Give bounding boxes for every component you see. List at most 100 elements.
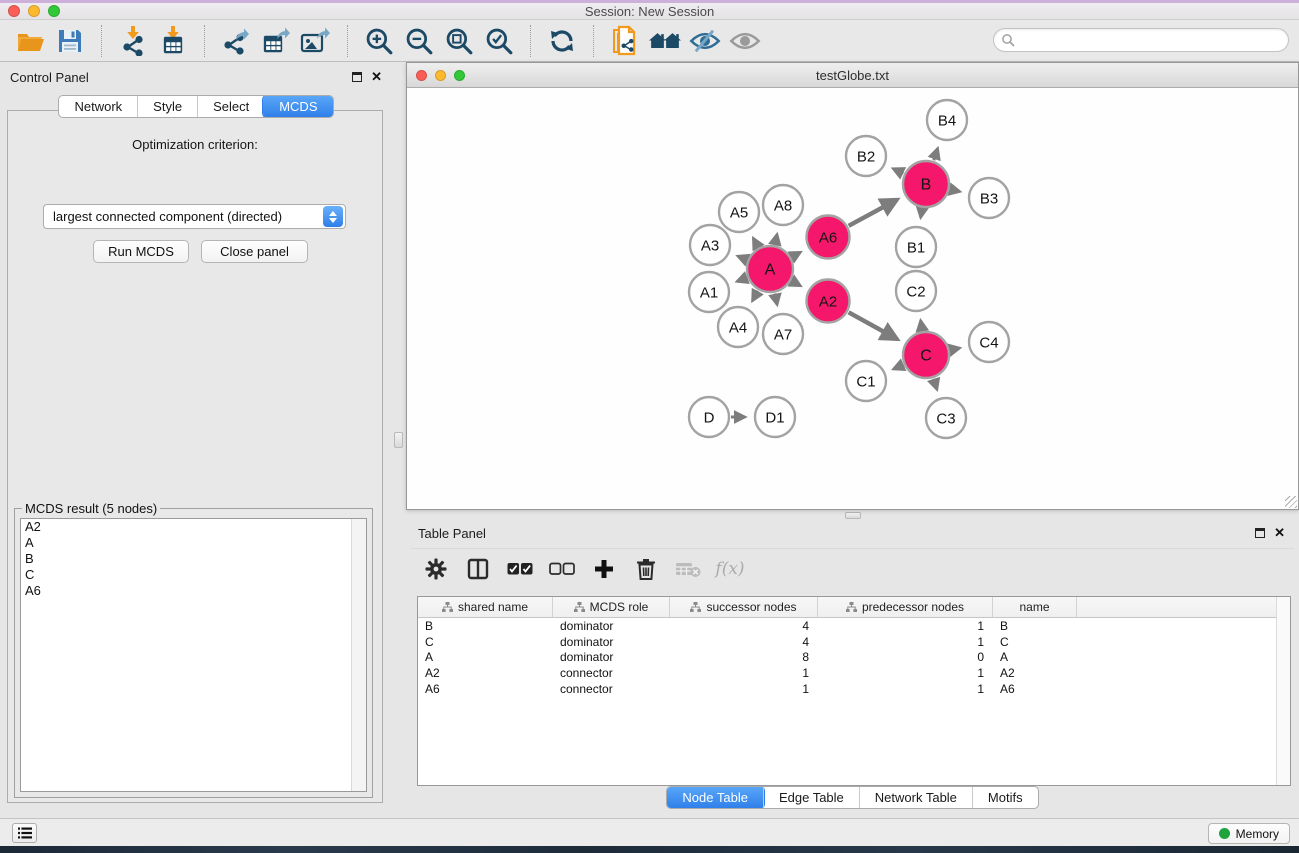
table-cell[interactable]: dominator <box>553 619 670 633</box>
new-network-from-selection-button[interactable] <box>607 23 643 59</box>
node-A2[interactable]: A2 <box>807 280 850 323</box>
table-cell[interactable]: 1 <box>818 619 993 633</box>
table-row[interactable]: Adominator80A <box>418 649 1290 665</box>
node-A1[interactable]: A1 <box>689 272 729 312</box>
table-cell[interactable]: A <box>418 650 553 664</box>
table-cell[interactable]: 4 <box>670 619 818 633</box>
edge-A2-C[interactable] <box>849 312 898 339</box>
node-C3[interactable]: C3 <box>926 398 966 438</box>
edge-A-A4[interactable] <box>752 291 757 301</box>
table-cell[interactable]: 1 <box>818 666 993 680</box>
node-A4[interactable]: A4 <box>718 307 758 347</box>
close-panel-button[interactable]: Close panel <box>201 240 308 263</box>
table-cell[interactable]: connector <box>553 666 670 680</box>
tab-motifs[interactable]: Motifs <box>972 787 1038 808</box>
import-table-button[interactable] <box>155 23 191 59</box>
table-cell[interactable]: 1 <box>818 682 993 696</box>
table-cell[interactable]: B <box>418 619 553 633</box>
node-C[interactable]: C <box>903 332 949 378</box>
edge-A-A1[interactable] <box>737 278 747 282</box>
node-B3[interactable]: B3 <box>969 178 1009 218</box>
node-A3[interactable]: A3 <box>690 225 730 265</box>
result-item[interactable]: A6 <box>21 583 366 599</box>
table-cell[interactable]: 1 <box>670 666 818 680</box>
edge-A-A5[interactable] <box>753 238 758 247</box>
tab-mcds[interactable]: MCDS <box>263 95 333 118</box>
edge-C-C2[interactable] <box>921 321 923 331</box>
table-settings-button[interactable] <box>423 556 449 582</box>
edge-A-A2[interactable] <box>792 281 801 286</box>
column-header-successor-nodes[interactable]: successor nodes <box>670 597 818 617</box>
tab-edge-table[interactable]: Edge Table <box>763 787 859 808</box>
node-C4[interactable]: C4 <box>969 322 1009 362</box>
show-all-button[interactable] <box>727 23 763 59</box>
node-A6[interactable]: A6 <box>807 216 850 259</box>
table-row[interactable]: Cdominator41C <box>418 634 1290 650</box>
tab-select[interactable]: Select <box>197 96 264 117</box>
delete-table-button[interactable] <box>675 556 701 582</box>
result-item[interactable]: C <box>21 567 366 583</box>
table-cell[interactable]: dominator <box>553 650 670 664</box>
run-mcds-button[interactable]: Run MCDS <box>93 240 189 263</box>
delete-column-button[interactable] <box>633 556 659 582</box>
result-item[interactable]: A2 <box>21 519 366 535</box>
deselect-all-button[interactable] <box>549 556 575 582</box>
table-cell[interactable]: C <box>993 635 1077 649</box>
zoom-out-button[interactable] <box>401 23 437 59</box>
apply-layout-button[interactable] <box>544 23 580 59</box>
edge-B-B3[interactable] <box>950 189 959 191</box>
node-B[interactable]: B <box>903 161 949 207</box>
select-all-button[interactable] <box>507 556 533 582</box>
export-table-button[interactable] <box>258 23 294 59</box>
table-row[interactable]: A2connector11A2 <box>418 665 1290 681</box>
table-cell[interactable]: dominator <box>553 635 670 649</box>
float-panel-icon[interactable] <box>352 72 362 82</box>
result-list-scrollbar[interactable] <box>351 519 366 791</box>
table-cell[interactable]: A2 <box>993 666 1077 680</box>
open-session-button[interactable] <box>12 23 48 59</box>
edge-A6-B[interactable] <box>849 200 897 226</box>
network-canvas[interactable]: B4B2BB3A5A8A6A3AB1A1C2A2A4A7C4CC1C3DD1 <box>407 88 1298 509</box>
table-cell[interactable]: A <box>993 650 1077 664</box>
search-input[interactable] <box>1015 30 1288 50</box>
node-D[interactable]: D <box>689 397 729 437</box>
memory-button[interactable]: Memory <box>1208 823 1290 844</box>
function-builder-button[interactable]: f(x) <box>717 556 743 582</box>
divider-handle[interactable] <box>394 432 403 448</box>
close-panel-icon[interactable]: ✕ <box>1274 528 1285 538</box>
table-cell[interactable]: 8 <box>670 650 818 664</box>
column-header-MCDS-role[interactable]: MCDS role <box>553 597 670 617</box>
export-network-button[interactable] <box>218 23 254 59</box>
edge-B-B4[interactable] <box>934 149 938 161</box>
table-row[interactable]: A6connector11A6 <box>418 681 1290 697</box>
table-cell[interactable]: B <box>993 619 1077 633</box>
table-cell[interactable]: 4 <box>670 635 818 649</box>
edge-B-B2[interactable] <box>893 169 903 174</box>
edge-C-C1[interactable] <box>894 365 904 369</box>
table-cell[interactable]: 0 <box>818 650 993 664</box>
edge-B-B1[interactable] <box>921 209 922 218</box>
result-item[interactable]: B <box>21 551 366 567</box>
export-image-button[interactable] <box>298 23 334 59</box>
tab-node-table[interactable]: Node Table <box>666 786 764 809</box>
edge-A-A6[interactable] <box>792 252 801 257</box>
node-B1[interactable]: B1 <box>896 227 936 267</box>
node-B2[interactable]: B2 <box>846 136 886 176</box>
node-C1[interactable]: C1 <box>846 361 886 401</box>
node-A8[interactable]: A8 <box>763 185 803 225</box>
node-A5[interactable]: A5 <box>719 192 759 232</box>
table-row[interactable]: Bdominator41B <box>418 618 1290 634</box>
table-cell[interactable]: 1 <box>818 635 993 649</box>
network-window-titlebar[interactable]: testGlobe.txt <box>407 63 1298 88</box>
import-network-button[interactable] <box>115 23 151 59</box>
edge-A-A7[interactable] <box>775 294 777 305</box>
float-panel-icon[interactable] <box>1255 528 1265 538</box>
node-B4[interactable]: B4 <box>927 100 967 140</box>
show-columns-button[interactable] <box>465 556 491 582</box>
divider-handle[interactable] <box>845 512 861 519</box>
table-scrollbar[interactable] <box>1276 597 1290 785</box>
close-panel-icon[interactable]: ✕ <box>371 72 382 82</box>
tab-network-table[interactable]: Network Table <box>859 787 972 808</box>
column-header-predecessor-nodes[interactable]: predecessor nodes <box>818 597 993 617</box>
edge-C-C4[interactable] <box>950 348 959 350</box>
